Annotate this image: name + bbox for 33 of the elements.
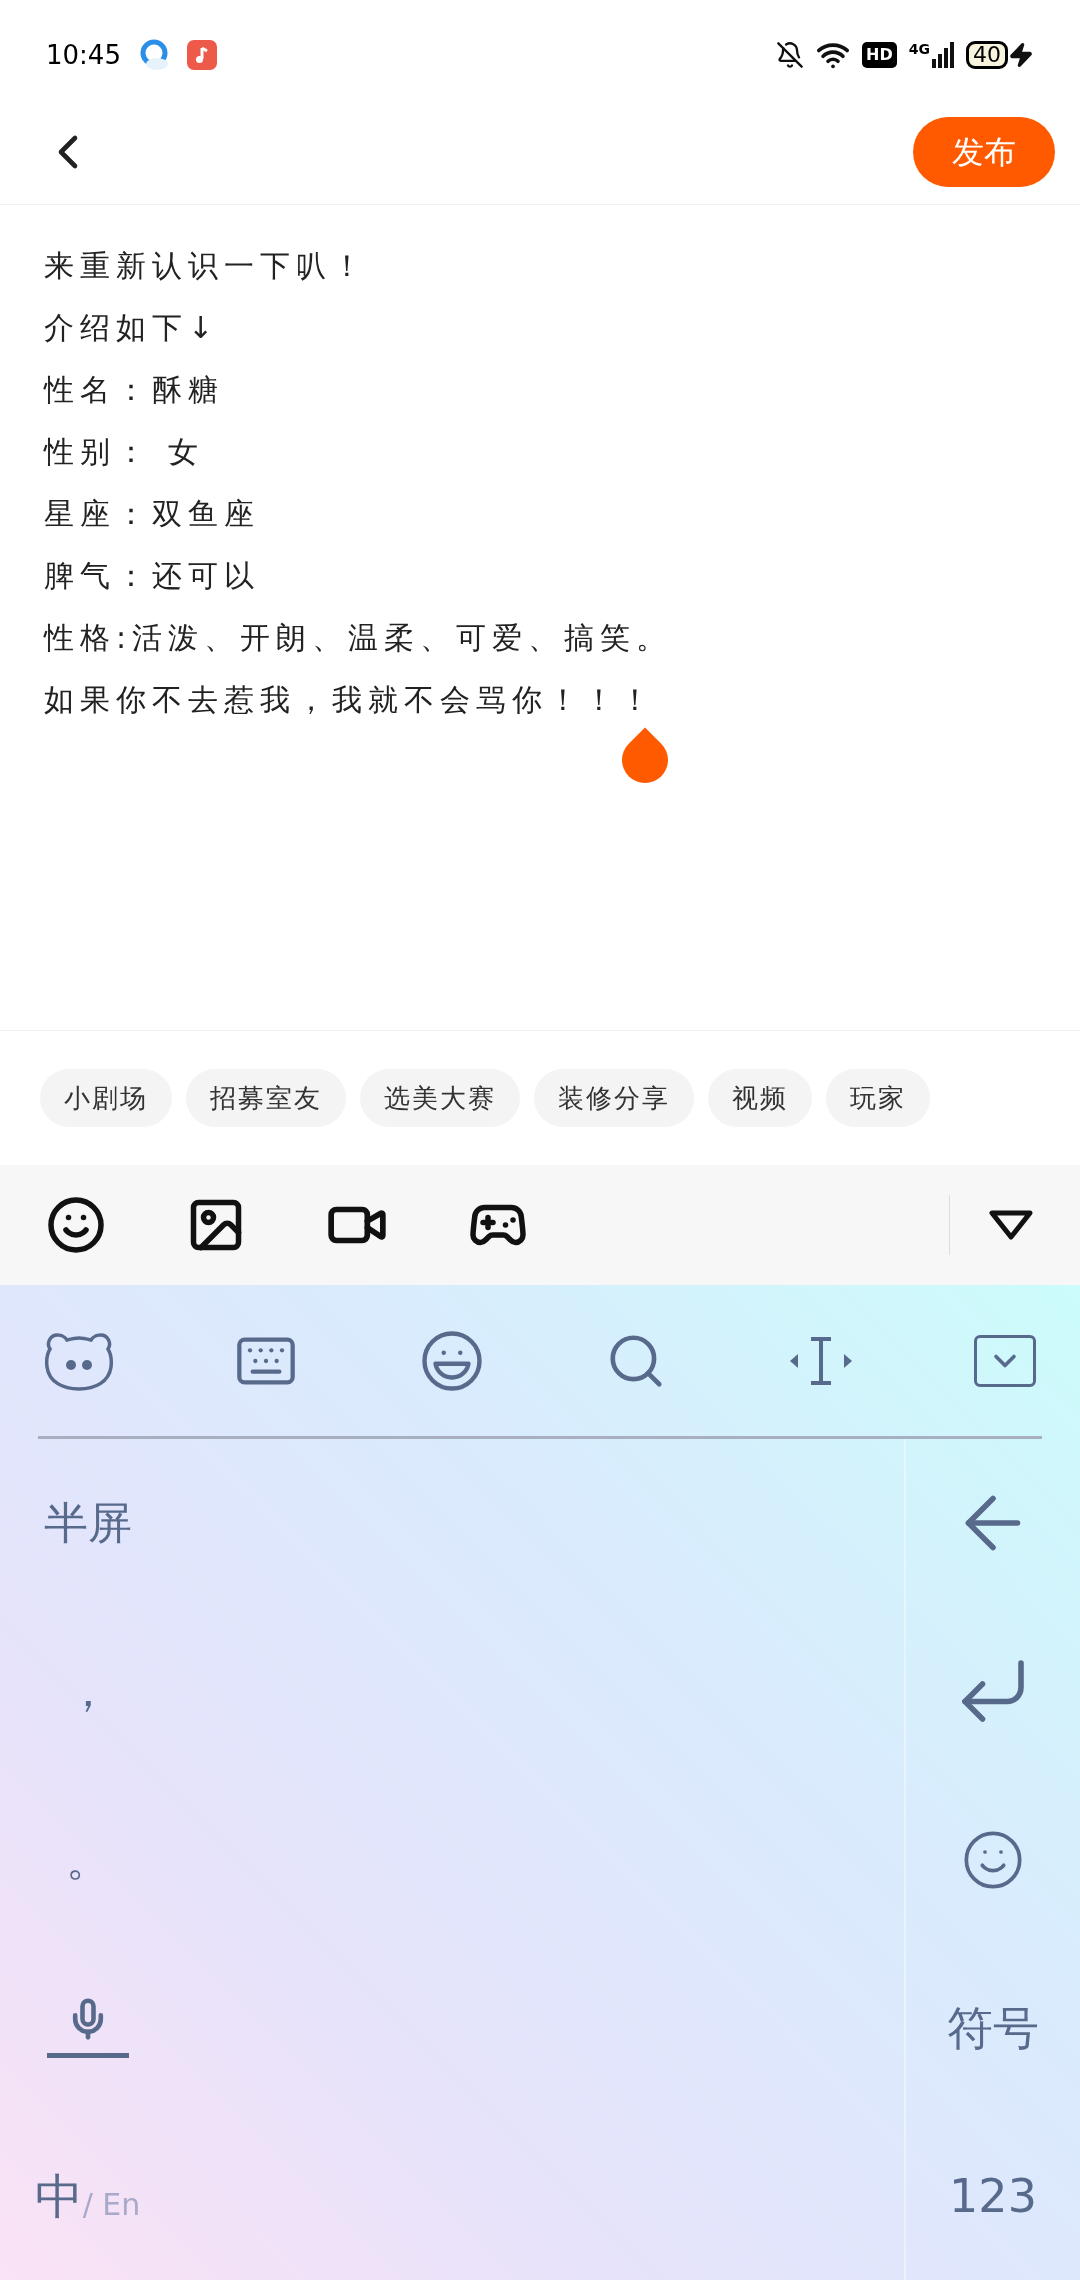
- network-type: 4G: [908, 42, 930, 56]
- bell-off-icon: [776, 41, 805, 69]
- topic-tag[interactable]: 装修分享: [534, 1069, 694, 1127]
- hide-keyboard-icon[interactable]: [973, 1334, 1036, 1387]
- collapse-triangle-icon[interactable]: [988, 1209, 1034, 1241]
- key-label[interactable]: 符号: [947, 2004, 1039, 2051]
- battery-level: 40: [966, 41, 1008, 69]
- topic-tag[interactable]: 玩家: [826, 1069, 930, 1127]
- language-key-label[interactable]: 中: [34, 2171, 83, 2220]
- publish-button[interactable]: 发布: [913, 117, 1055, 187]
- emoji-icon[interactable]: [46, 1195, 106, 1255]
- signal-icon: [932, 42, 954, 68]
- post-text-line: 星座：双鱼座: [44, 495, 260, 533]
- microphone-icon[interactable]: [46, 1997, 129, 2059]
- post-text-line: 介绍如下↓: [44, 309, 220, 347]
- hd-badge: HD: [862, 42, 897, 68]
- topic-tag[interactable]: 选美大赛: [360, 1069, 520, 1127]
- post-text-line: 性别： 女: [44, 433, 204, 471]
- music-app-icon: [186, 40, 217, 70]
- key-label[interactable]: 。: [65, 1837, 110, 1882]
- post-text-line: 性名：酥糖: [44, 371, 224, 409]
- key-label[interactable]: 123: [949, 2172, 1037, 2219]
- topic-tag[interactable]: 小剧场: [40, 1069, 172, 1127]
- topic-tag[interactable]: 招募室友: [186, 1069, 346, 1127]
- topic-tag[interactable]: 视频: [708, 1069, 812, 1127]
- key-label[interactable]: ，: [65, 1669, 110, 1714]
- status-time: 10:45: [46, 38, 121, 72]
- post-text-line: 如果你不去惹我，我就不会骂你！！！: [44, 681, 656, 719]
- post-text-line: 来重新认识一下叭！: [44, 247, 368, 285]
- charging-icon: [1008, 42, 1034, 68]
- key-label[interactable]: 半屏: [43, 1501, 132, 1546]
- post-text-line: 性格:活泼、开朗、温柔、可爱、搞笑。: [44, 619, 673, 657]
- post-text-line: 脾气：还可以: [44, 557, 260, 595]
